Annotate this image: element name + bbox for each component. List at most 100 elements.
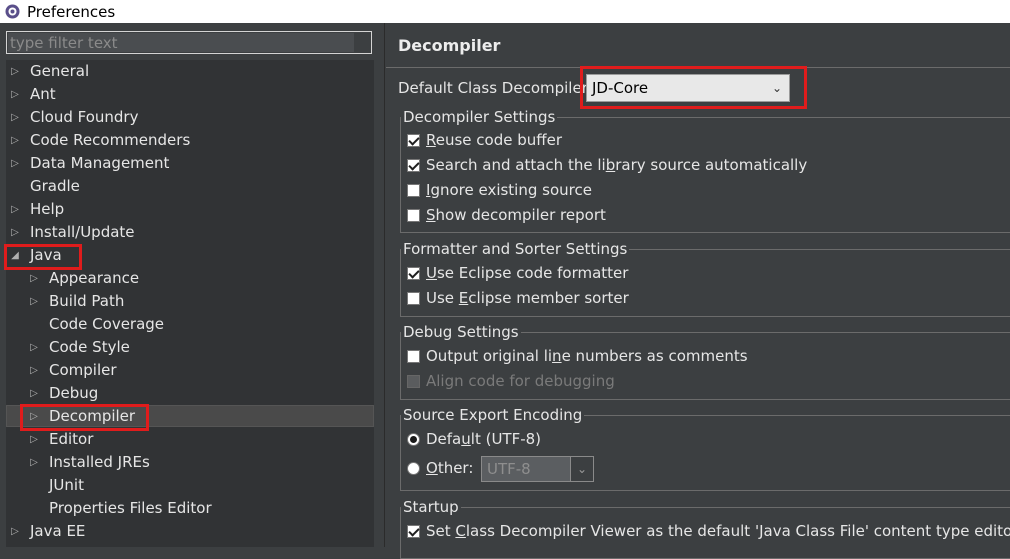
tree-item-label: Editor bbox=[49, 430, 94, 448]
collapsed-arrow-icon[interactable]: ▷ bbox=[10, 520, 20, 543]
tree-item-label: Cloud Foundry bbox=[30, 108, 139, 126]
decompiler-option-label[interactable]: Reuse code buffer bbox=[426, 131, 562, 149]
collapsed-arrow-icon[interactable]: ▷ bbox=[10, 129, 20, 152]
collapsed-arrow-icon[interactable]: ▷ bbox=[29, 267, 39, 290]
collapsed-arrow-icon[interactable]: ▷ bbox=[29, 451, 39, 474]
collapsed-arrow-icon[interactable]: ▷ bbox=[10, 152, 20, 175]
decompiler-option-label[interactable]: Show decompiler report bbox=[426, 206, 606, 224]
tree-item[interactable]: ▷ Compiler bbox=[6, 359, 374, 382]
tree-item[interactable]: Gradle bbox=[6, 175, 374, 198]
encoding-other-select[interactable]: UTF-8 ⌄ bbox=[481, 456, 594, 482]
tree-item[interactable]: JUnit bbox=[6, 474, 374, 497]
window-titlebar: Preferences bbox=[0, 0, 1010, 23]
tree-item[interactable]: ▷ Editor bbox=[6, 428, 374, 451]
tree-item-label: Java EE bbox=[30, 522, 86, 540]
decompiler-option-checkbox[interactable] bbox=[407, 159, 420, 172]
debug-option-checkbox[interactable] bbox=[407, 350, 420, 363]
tree-item-label: Installed JREs bbox=[49, 453, 150, 471]
tree-item[interactable]: ▷ Code Style bbox=[6, 336, 374, 359]
eclipse-gear-icon bbox=[5, 4, 20, 19]
tree-item[interactable]: ▷ Help bbox=[6, 198, 374, 221]
tree-item[interactable]: ▷ Build Path bbox=[6, 290, 374, 313]
encoding-default-radio[interactable] bbox=[407, 433, 420, 446]
set-default-viewer-checkbox[interactable] bbox=[407, 525, 420, 538]
collapsed-arrow-icon[interactable]: ▷ bbox=[29, 290, 39, 313]
formatter-option-label[interactable]: Use Eclipse member sorter bbox=[426, 289, 629, 307]
collapsed-arrow-icon[interactable]: ▷ bbox=[10, 83, 20, 106]
tree-item-label: Install/Update bbox=[30, 223, 135, 241]
encoding-other-value: UTF-8 bbox=[487, 460, 531, 478]
window-title: Preferences bbox=[27, 2, 116, 21]
collapsed-arrow-icon[interactable]: ▷ bbox=[29, 359, 39, 382]
decompiler-option-label[interactable]: Search and attach the library source aut… bbox=[426, 156, 807, 174]
group-legend: Decompiler Settings bbox=[403, 108, 556, 126]
tree-item-label: Data Management bbox=[30, 154, 170, 172]
formatter-option-checkbox[interactable] bbox=[407, 292, 420, 305]
collapsed-arrow-icon[interactable]: ▷ bbox=[10, 198, 20, 221]
tree-item[interactable]: ▷ General bbox=[6, 60, 374, 83]
tree-item-label: Appearance bbox=[49, 269, 140, 287]
set-default-viewer-label[interactable]: Set Class Decompiler Viewer as the defau… bbox=[426, 522, 1010, 540]
tree-item-label: General bbox=[30, 62, 90, 80]
decompiler-option-label[interactable]: Ignore existing source bbox=[426, 181, 592, 199]
collapsed-arrow-icon[interactable]: ▷ bbox=[10, 106, 20, 129]
expanded-arrow-icon[interactable]: ◢ bbox=[10, 244, 20, 267]
group-legend: Startup bbox=[403, 498, 459, 516]
decompiler-option-checkbox[interactable] bbox=[407, 209, 420, 222]
tree-item[interactable]: ▷ Appearance bbox=[6, 267, 374, 290]
collapsed-arrow-icon[interactable]: ▷ bbox=[29, 382, 39, 405]
tree-item-label: Decompiler bbox=[49, 407, 136, 425]
preference-page: Decompiler Default Class Decompiler JD-C… bbox=[386, 23, 1010, 559]
tree-item-label: Properties Files Editor bbox=[49, 499, 212, 517]
formatter-option-checkbox[interactable] bbox=[407, 267, 420, 280]
encoding-other-radio[interactable] bbox=[407, 462, 420, 475]
tree-item[interactable]: ▷ Installed JREs bbox=[6, 451, 374, 474]
chevron-down-icon: ⌄ bbox=[771, 81, 782, 95]
tree-item[interactable]: ▷ Decompiler bbox=[6, 405, 374, 428]
default-decompiler-value: JD-Core bbox=[592, 79, 649, 97]
default-decompiler-label: Default Class Decompiler bbox=[398, 79, 588, 97]
formatter-option-label[interactable]: Use Eclipse code formatter bbox=[426, 264, 628, 282]
tree-item-label: Code Recommenders bbox=[30, 131, 191, 149]
tree-item[interactable]: ◢ Java bbox=[6, 244, 374, 267]
encoding-other-label[interactable]: Other: bbox=[426, 459, 473, 477]
group-legend: Formatter and Sorter Settings bbox=[403, 240, 628, 258]
default-decompiler-select[interactable]: JD-Core ⌄ bbox=[586, 74, 790, 102]
tree-item-label: Java bbox=[30, 246, 62, 264]
collapsed-arrow-icon[interactable]: ▷ bbox=[29, 428, 39, 451]
tree-item[interactable]: Code Coverage bbox=[6, 313, 374, 336]
tree-item-label: Code Style bbox=[49, 338, 130, 356]
tree-item[interactable]: ▷ Code Recommenders bbox=[6, 129, 374, 152]
encoding-default-label[interactable]: Default (UTF-8) bbox=[426, 430, 541, 448]
collapsed-arrow-icon[interactable]: ▷ bbox=[10, 60, 20, 83]
filter-input[interactable] bbox=[8, 33, 354, 52]
group-legend: Source Export Encoding bbox=[403, 406, 583, 424]
decompiler-option-checkbox[interactable] bbox=[407, 184, 420, 197]
tree-item[interactable]: ▷ Java EE bbox=[6, 520, 374, 543]
preferences-tree[interactable]: ▷ General ▷ Ant ▷ Cloud Foundry ▷ Code Recommen… bbox=[6, 60, 374, 547]
debug-option-label[interactable]: Output original line numbers as comments bbox=[426, 347, 748, 365]
collapsed-arrow-icon[interactable]: ▷ bbox=[29, 336, 39, 359]
tree-item[interactable]: ▷ Debug bbox=[6, 382, 374, 405]
debug-option-checkbox bbox=[407, 375, 420, 388]
tree-item[interactable]: Properties Files Editor bbox=[6, 497, 374, 520]
tree-item[interactable]: ▷ Ant bbox=[6, 83, 374, 106]
tree-item[interactable]: ▷ Cloud Foundry bbox=[6, 106, 374, 129]
tree-item-label: Build Path bbox=[49, 292, 125, 310]
tree-item-label: Debug bbox=[49, 384, 99, 402]
tree-item-label: Help bbox=[30, 200, 65, 218]
tree-item[interactable]: ▷ Install/Update bbox=[6, 221, 374, 244]
debug-option-label: Align code for debugging bbox=[426, 372, 615, 390]
collapsed-arrow-icon[interactable]: ▷ bbox=[10, 221, 20, 244]
tree-item-label: JUnit bbox=[49, 476, 84, 494]
tree-item[interactable]: ▷ Data Management bbox=[6, 152, 374, 175]
group-legend: Debug Settings bbox=[403, 323, 519, 341]
decompiler-option-checkbox[interactable] bbox=[407, 134, 420, 147]
collapsed-arrow-icon[interactable]: ▷ bbox=[29, 405, 39, 428]
preferences-sidebar: ▷ General ▷ Ant ▷ Cloud Foundry ▷ Code Recommen… bbox=[0, 23, 385, 547]
tree-item-label: Compiler bbox=[49, 361, 117, 379]
tree-item-label: Code Coverage bbox=[49, 315, 165, 333]
page-header: Decompiler bbox=[386, 23, 1010, 68]
chevron-down-icon: ⌄ bbox=[570, 457, 593, 481]
page-title: Decompiler bbox=[398, 36, 501, 55]
